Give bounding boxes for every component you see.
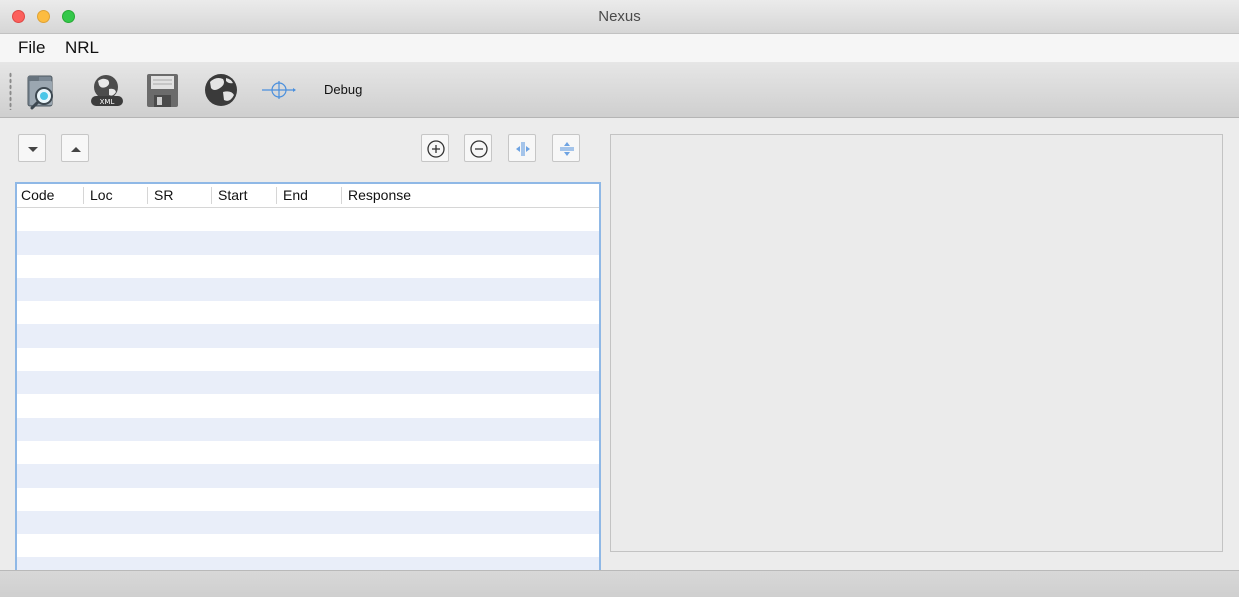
- window-title: Nexus: [598, 8, 641, 25]
- menu-file[interactable]: File: [18, 38, 45, 58]
- zoom-in-button[interactable]: [421, 134, 449, 162]
- chevron-up-icon: [71, 147, 81, 152]
- column-header-response[interactable]: Response: [341, 187, 541, 204]
- expand-horizontal-icon: [516, 142, 530, 156]
- expand-vertical-icon: [560, 142, 574, 156]
- column-header-start[interactable]: Start: [211, 187, 276, 204]
- table-row[interactable]: [17, 394, 599, 417]
- menu-nrl[interactable]: NRL: [65, 38, 99, 58]
- expand-vertical-button[interactable]: [552, 134, 580, 162]
- move-up-button[interactable]: [61, 134, 89, 162]
- table-row[interactable]: [17, 510, 599, 535]
- crosshair-icon[interactable]: [259, 70, 299, 110]
- toolbar-grip[interactable]: [9, 72, 12, 110]
- globe-icon[interactable]: [201, 70, 241, 110]
- title-bar: Nexus: [0, 0, 1239, 34]
- table-header: Code Loc SR Start End Response: [17, 184, 599, 208]
- table-row[interactable]: [17, 348, 599, 371]
- table-row[interactable]: [17, 324, 599, 348]
- table-row[interactable]: [17, 277, 599, 302]
- zoom-in-icon: [427, 140, 445, 158]
- column-header-code[interactable]: Code: [17, 187, 83, 204]
- column-header-loc[interactable]: Loc: [83, 187, 147, 204]
- debug-label[interactable]: Debug: [324, 82, 362, 97]
- table-row[interactable]: [17, 464, 599, 488]
- table-row[interactable]: [17, 255, 599, 278]
- menu-bar: File NRL: [0, 34, 1239, 62]
- table-row[interactable]: [17, 301, 599, 324]
- table-row[interactable]: [17, 534, 599, 557]
- results-table[interactable]: Code Loc SR Start End Response: [15, 182, 601, 574]
- status-bar: [0, 570, 1239, 597]
- table-body: [17, 208, 599, 574]
- table-row[interactable]: [17, 371, 599, 395]
- svg-text:XML: XML: [100, 98, 115, 106]
- xml-globe-icon[interactable]: XML: [87, 70, 127, 110]
- column-header-end[interactable]: End: [276, 187, 341, 204]
- column-header-sr[interactable]: SR: [147, 187, 211, 204]
- zoom-out-button[interactable]: [464, 134, 492, 162]
- table-row[interactable]: [17, 208, 599, 231]
- table-row[interactable]: [17, 488, 599, 511]
- left-pane: Code Loc SR Start End Response: [0, 118, 605, 574]
- open-folder-icon[interactable]: [24, 70, 64, 110]
- table-row[interactable]: [17, 441, 599, 464]
- zoom-out-icon: [470, 140, 488, 158]
- table-row[interactable]: [17, 417, 599, 441]
- table-row[interactable]: [17, 231, 599, 255]
- chevron-down-icon: [28, 147, 38, 152]
- detail-panel[interactable]: [610, 134, 1223, 552]
- expand-horizontal-button[interactable]: [508, 134, 536, 162]
- save-disk-icon[interactable]: [143, 70, 183, 110]
- toolbar: XML Debug: [0, 62, 1239, 118]
- move-down-button[interactable]: [18, 134, 46, 162]
